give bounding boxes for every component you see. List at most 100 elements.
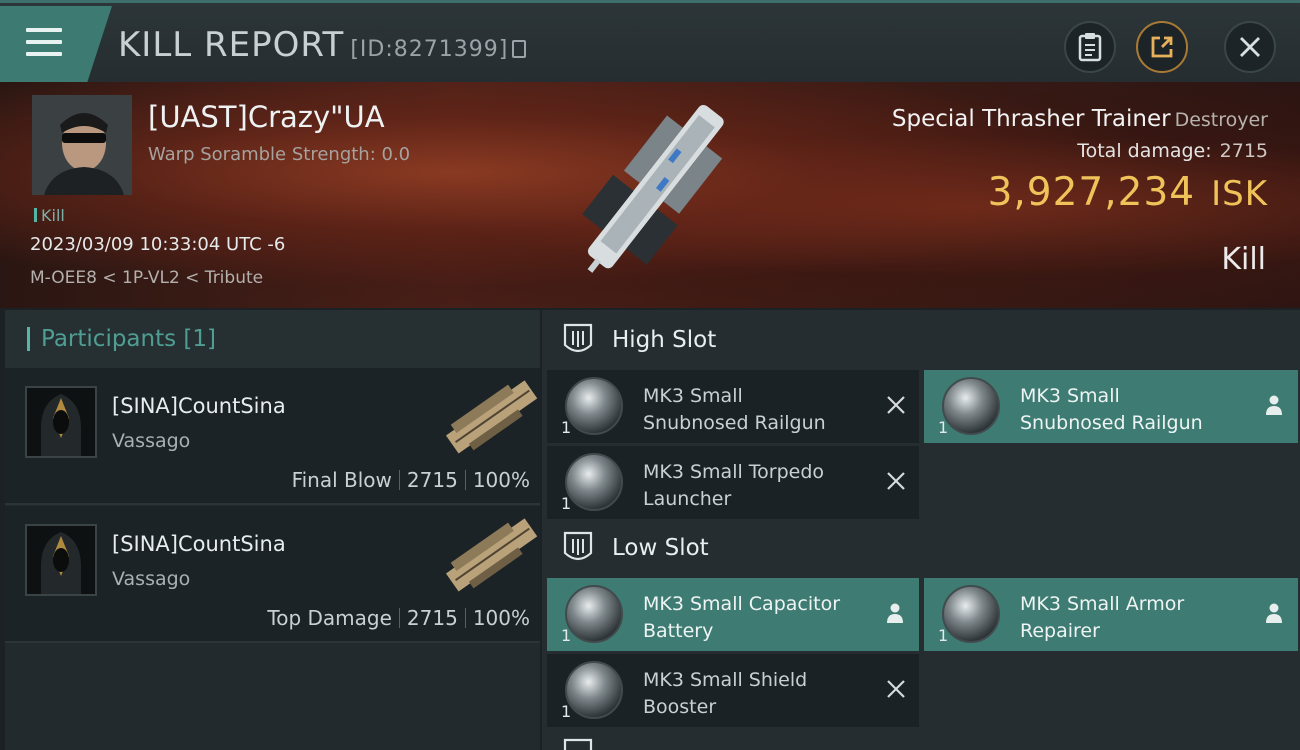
module-name-line2: Repairer [1020,620,1100,642]
module-name: MK3 Small Snubnosed Railgun [1020,383,1250,437]
kill-tag: Kill [34,206,65,225]
module-name-line1: MK3 Small Armor [1020,593,1185,615]
participants-header: Participants [1] [5,310,540,368]
module-name-line2: Battery [643,620,714,642]
torpedo-launcher-icon [565,453,623,511]
participants-panel: Participants [1] [SINA]CountSina Vassago… [5,310,540,750]
ship-name-text: Special Thrasher Trainer [891,106,1171,132]
clipboard-button[interactable] [1064,21,1116,73]
module-name-line2: Launcher [643,488,732,510]
module-name-line2: Snubnosed Railgun [1020,412,1203,434]
module-quantity: 1 [561,626,572,645]
low-slot-module[interactable]: 1 MK3 Small Shield Booster [547,654,919,727]
module-name: MK3 Small Armor Repairer [1020,591,1250,645]
isk-amount: 3,927,234 [987,170,1196,215]
avatar-image [41,394,81,456]
low-slot-header: Low Slot [542,518,1300,576]
isk-unit: ISK [1211,174,1268,214]
header-accent [27,327,30,351]
destroyed-x-icon [887,396,905,414]
victim-avatar[interactable] [32,95,132,195]
participant-percent: 100% [472,606,530,630]
ship-class: Destroyer [1174,109,1268,131]
hamburger-icon[interactable] [26,28,62,58]
share-icon [1151,36,1173,58]
participant-role: Top Damage [267,606,392,630]
module-quantity: 1 [561,494,572,513]
participant-ship: Vassago [112,568,191,590]
page-title: KILL REPORT [ID:8271399] [118,25,527,65]
module-quantity: 1 [561,418,572,437]
low-slot-module[interactable]: 1 MK3 Small Capacitor Battery [547,578,919,651]
person-icon [1266,395,1282,415]
destroyed-x-icon [887,472,905,490]
participant-stats: Top Damage 2715 100% [267,606,530,630]
module-name: MK3 Small Torpedo Launcher [643,459,873,513]
kill-datetime: 2023/03/09 10:33:04 UTC -6 [30,234,286,255]
module-name-line2: Snubnosed Railgun [643,412,826,434]
module-name: MK3 Small Snubnosed Railgun [643,383,873,437]
railgun-icon [565,377,623,435]
module-name: MK3 Small Shield Booster [643,667,873,721]
next-slot-header [542,734,1300,750]
module-name: MK3 Small Capacitor Battery [643,591,873,645]
title-bar: KILL REPORT [ID:8271399] [0,0,1300,82]
participant-damage: 2715 [406,606,458,630]
participant-row[interactable]: [SINA]CountSina Vassago Final Blow 2715 10… [5,368,540,505]
title-text: KILL REPORT [118,25,345,65]
victim-banner: [UAST]Crazy"UA Warp Soramble Strength: 0… [0,82,1300,308]
high-slot-module[interactable]: 1 MK3 Small Torpedo Launcher [547,446,919,519]
total-damage: Total damage: 2715 [1077,140,1268,162]
avatar-image [41,532,81,594]
kill-location[interactable]: M-OEE8 < 1P-VL2 < Tribute [30,268,263,288]
high-slot-title: High Slot [612,327,717,353]
shield-booster-icon [565,661,623,719]
victim-ship-image[interactable] [548,82,758,292]
warp-scramble-strength: Warp Soramble Strength: 0.0 [148,144,411,165]
copy-icon[interactable] [512,40,527,58]
clipboard-icon [1078,33,1102,62]
close-button[interactable] [1224,21,1276,73]
result-label: Kill [1221,242,1266,277]
participant-avatar[interactable] [25,524,97,596]
participant-ship-image [445,518,538,592]
participant-ship: Vassago [112,430,191,452]
participant-damage: 2715 [406,468,458,492]
report-id: [ID:8271399] [350,37,509,62]
high-slot-module[interactable]: 1 MK3 Small Snubnosed Railgun [924,370,1298,443]
total-damage-value: 2715 [1219,140,1268,162]
module-name-line1: MK3 Small Torpedo [643,461,825,483]
participant-name: [SINA]CountSina [112,394,286,418]
isk-value: 3,927,234 ISK [988,170,1268,215]
participant-row[interactable]: [SINA]CountSina Vassago Top Damage 2715 10… [5,506,540,643]
module-quantity: 1 [938,418,949,437]
avatar-image [32,95,132,195]
participant-ship-image [445,380,538,454]
module-name-line1: MK3 Small [643,385,743,407]
module-name-line1: MK3 Small Capacitor [643,593,841,615]
participants-title: Participants [1] [41,326,216,352]
low-slot-title: Low Slot [612,535,709,561]
slot-shield-icon [563,323,593,353]
destroyed-x-icon [887,680,905,698]
total-damage-label: Total damage: [1077,140,1212,162]
participant-name: [SINA]CountSina [112,532,286,556]
module-name-line1: MK3 Small Shield [643,669,808,691]
participant-avatar[interactable] [25,386,97,458]
railgun-icon [942,377,1000,435]
victim-ship-name[interactable]: Special Thrasher Trainer Destroyer [892,106,1268,132]
share-button[interactable] [1136,21,1188,73]
person-icon [887,603,903,623]
module-quantity: 1 [561,702,572,721]
victim-name[interactable]: [UAST]Crazy"UA [148,100,385,134]
participant-stats: Final Blow 2715 100% [292,468,530,492]
participant-role: Final Blow [291,468,392,492]
person-icon [1266,603,1282,623]
module-quantity: 1 [938,626,949,645]
armor-repairer-icon [942,585,1000,643]
high-slot-module[interactable]: 1 MK3 Small Snubnosed Railgun [547,370,919,443]
high-slot-header: High Slot [542,310,1300,368]
low-slot-module[interactable]: 1 MK3 Small Armor Repairer [924,578,1298,651]
menu-button[interactable] [0,6,112,82]
capacitor-battery-icon [565,585,623,643]
